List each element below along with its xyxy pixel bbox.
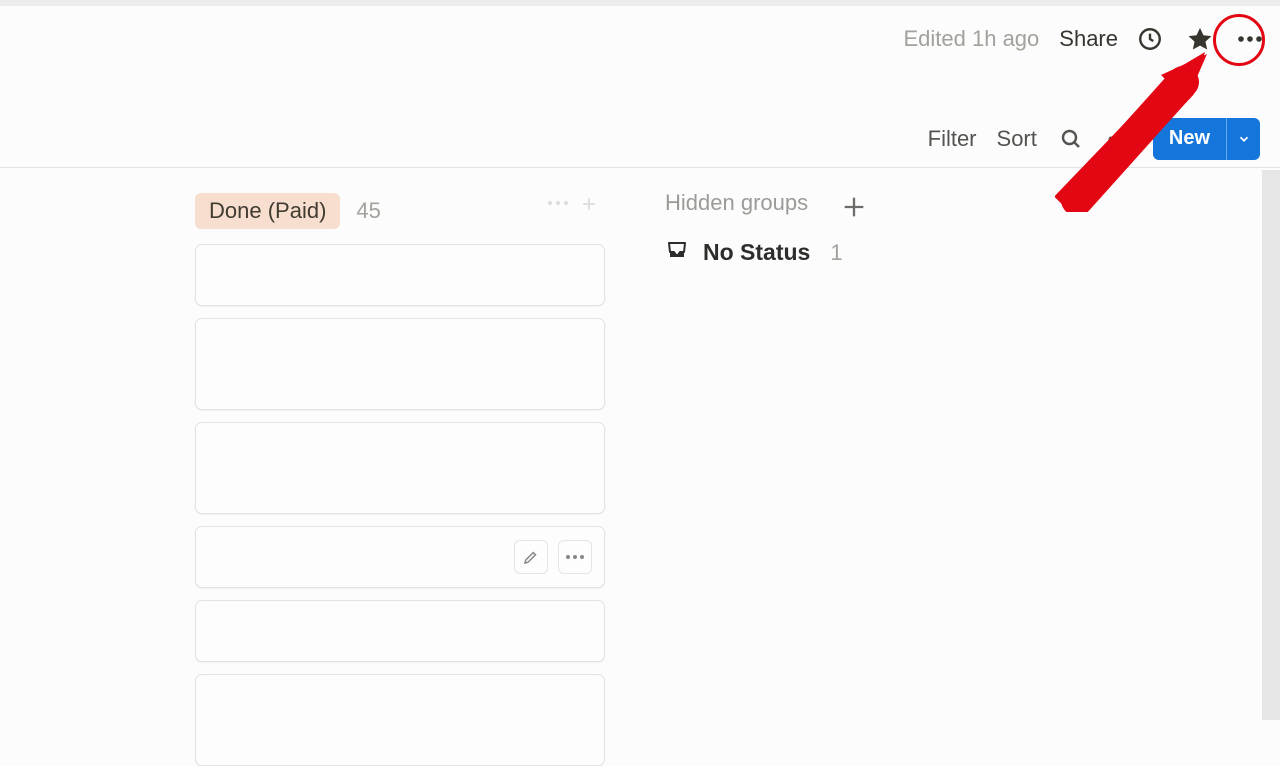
board-card[interactable] — [195, 422, 605, 514]
last-edited-label: Edited 1h ago — [904, 26, 1040, 52]
filter-button[interactable]: Filter — [928, 126, 977, 152]
right-page-margin — [1262, 170, 1280, 720]
hidden-group-no-status[interactable]: No Status 1 — [665, 238, 843, 267]
board-column-done-paid: Done (Paid) 45 — [195, 190, 605, 720]
board-card[interactable] — [195, 526, 605, 588]
favorite-star-icon[interactable] — [1182, 21, 1218, 57]
column-count: 45 — [356, 198, 380, 224]
card-more-icon[interactable] — [558, 540, 592, 574]
new-dropdown-chevron-icon[interactable] — [1226, 118, 1260, 160]
hidden-groups-title: Hidden groups — [665, 190, 843, 216]
card-edit-icon[interactable] — [514, 540, 548, 574]
more-options-icon[interactable] — [1232, 21, 1268, 57]
hidden-group-label: No Status — [703, 239, 810, 266]
add-column-button[interactable] — [833, 186, 875, 228]
view-toolbar: Filter Sort New — [0, 110, 1280, 168]
hidden-group-count: 1 — [830, 240, 842, 266]
share-button[interactable]: Share — [1059, 26, 1118, 52]
updates-clock-icon[interactable] — [1132, 21, 1168, 57]
hidden-groups-panel: Hidden groups No Status 1 — [665, 190, 843, 720]
search-icon[interactable] — [1057, 125, 1085, 153]
inbox-icon — [665, 238, 689, 267]
sort-button[interactable]: Sort — [997, 126, 1037, 152]
new-button[interactable]: New — [1153, 118, 1260, 160]
view-more-icon[interactable] — [1105, 125, 1133, 153]
status-pill[interactable]: Done (Paid) — [195, 193, 340, 229]
board-card[interactable] — [195, 674, 605, 766]
board-card[interactable] — [195, 244, 605, 306]
page-header: Edited 1h ago Share — [0, 0, 1280, 72]
column-header: Done (Paid) 45 — [195, 190, 605, 232]
board-card[interactable] — [195, 600, 605, 662]
board-card[interactable] — [195, 318, 605, 410]
new-button-label: New — [1153, 118, 1226, 160]
column-more-icon[interactable] — [547, 194, 569, 219]
board-body: Done (Paid) 45 Hidden — [195, 190, 1260, 720]
column-add-icon[interactable] — [579, 194, 599, 219]
